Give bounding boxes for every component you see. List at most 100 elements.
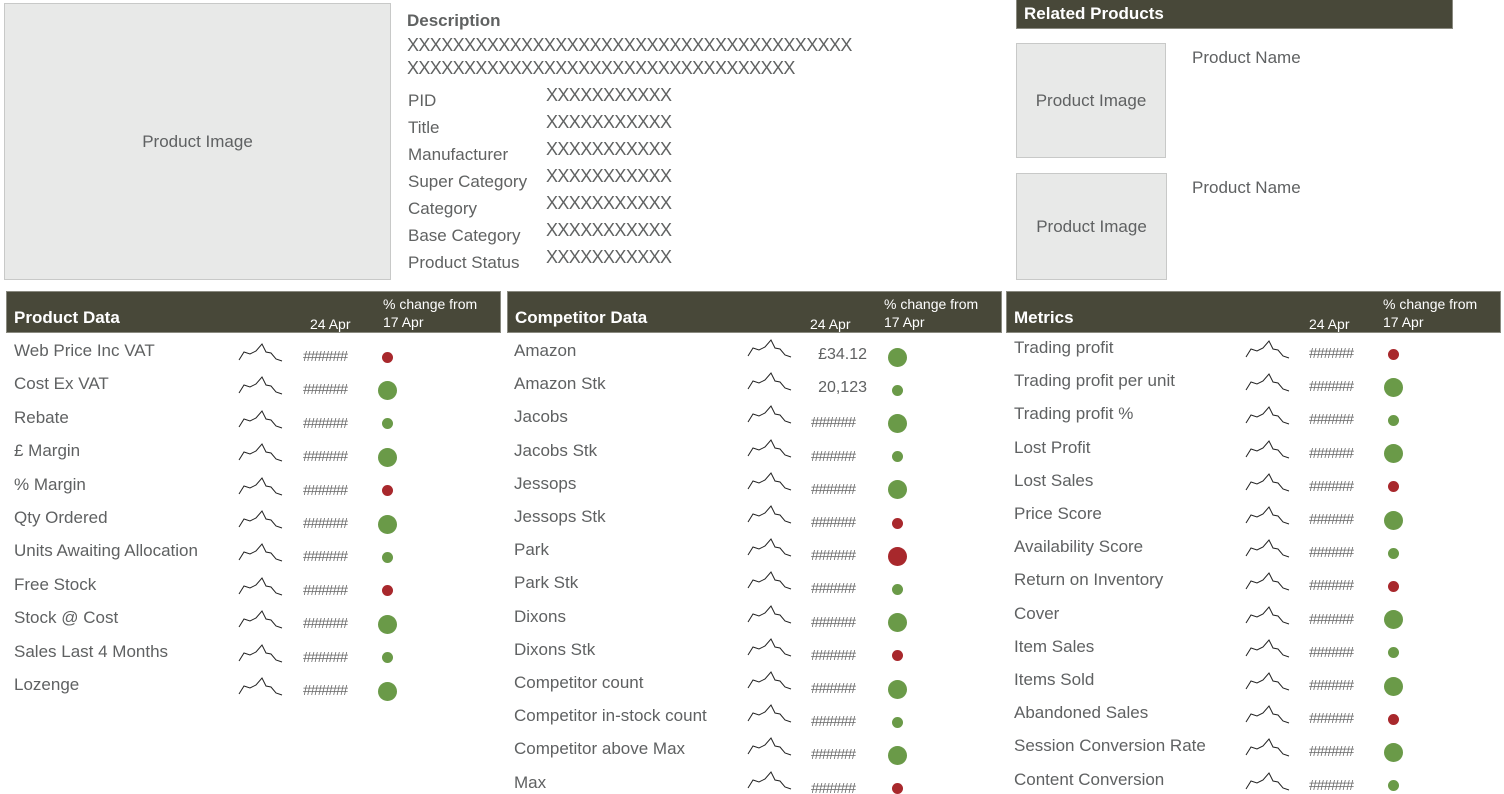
positive-change-indicator: [381, 652, 393, 664]
row-value: ######: [811, 414, 856, 432]
sparkline-icon: [1245, 539, 1290, 558]
sparkline-trend: [747, 438, 792, 458]
sparkline-trend: [747, 671, 792, 690]
sparkline-icon: [747, 405, 792, 424]
sparkline-icon: [238, 476, 283, 496]
change-header-line-1: % change from: [1383, 296, 1478, 312]
row-value: ######: [303, 348, 348, 365]
attribute-value: XXXXXXXXXXX: [546, 166, 672, 186]
change-header-line-1: % change from: [884, 296, 979, 312]
negative-change-indicator: [891, 783, 903, 794]
sparkline-trend: [747, 339, 792, 358]
row-label: Competitor above Max: [514, 739, 686, 759]
sparkline-trend: [1245, 705, 1290, 724]
sparkline-trend: [1245, 771, 1290, 791]
sparkline-trend: [747, 405, 792, 424]
change-column-header: % change from 17 Apr: [1383, 295, 1477, 331]
sparkline-trend: [238, 510, 283, 529]
sparkline-trend: [1245, 406, 1290, 425]
sparkline-icon: [1245, 605, 1290, 625]
sparkline-trend: [238, 543, 283, 562]
row-value: ######: [303, 548, 348, 566]
attribute-label: Super Category: [408, 172, 528, 191]
sparkline-icon: [747, 571, 792, 590]
sparkline-icon: [238, 610, 283, 629]
positive-change-indicator: [1387, 647, 1399, 659]
row-label: Web Price Inc VAT: [14, 341, 155, 360]
row-value: ######: [811, 680, 856, 697]
sparkline-trend: [1245, 472, 1290, 492]
metrics-panel-title: Metrics: [1014, 308, 1074, 327]
row-label: Park: [514, 540, 549, 560]
row-value: ######: [1309, 776, 1354, 794]
positive-change-indicator: [887, 347, 907, 367]
negative-change-indicator: [887, 546, 907, 566]
sparkline-trend: [747, 704, 792, 723]
sparkline-trend: [747, 538, 792, 557]
positive-change-indicator: [1387, 547, 1399, 559]
sparkline-trend: [1245, 605, 1290, 625]
row-label: Max: [514, 772, 547, 792]
positive-change-indicator: [377, 681, 397, 701]
sparkline-trend: [1245, 439, 1290, 459]
row-label: Competitor in-stock count: [514, 706, 707, 726]
sparkline-icon: [747, 538, 792, 557]
sparkline-trend: [747, 637, 792, 657]
positive-change-indicator: [887, 745, 907, 765]
row-label: Jacobs Stk: [514, 440, 598, 460]
attribute-value: XXXXXXXXXXX: [546, 139, 672, 159]
attribute-value: XXXXXXXXXXX: [546, 220, 672, 240]
row-value: ######: [303, 515, 348, 532]
negative-change-indicator: [1387, 713, 1399, 725]
sparkline-icon: [238, 677, 283, 696]
attribute-value: XXXXXXXXXXX: [546, 112, 672, 132]
row-label: Trading profit: [1014, 338, 1114, 357]
row-value: ######: [1309, 710, 1354, 728]
sparkline-icon: [238, 643, 283, 663]
sparkline-icon: [747, 438, 792, 458]
change-header-line-2: 17 Apr: [884, 314, 925, 330]
row-label: Amazon Stk: [514, 374, 606, 394]
related-product-image-2[interactable]: Product Image: [1016, 173, 1167, 280]
attribute-label: Manufacturer: [408, 145, 509, 164]
row-value: ######: [303, 648, 348, 666]
sparkline-trend: [238, 476, 283, 496]
row-label: Lost Profit: [1014, 437, 1091, 457]
row-label: Abandoned Sales: [1014, 703, 1149, 723]
negative-change-indicator: [381, 585, 393, 597]
row-label: Jacobs: [514, 407, 568, 427]
attribute-label: Product Status: [408, 253, 520, 272]
positive-change-indicator: [377, 514, 397, 534]
sparkline-icon: [747, 737, 792, 756]
row-value: ######: [811, 580, 856, 598]
row-label: Price Score: [1014, 504, 1102, 523]
row-label: Item Sales: [1014, 636, 1095, 656]
row-label: Lozenge: [14, 675, 80, 694]
row-value: ######: [303, 581, 348, 599]
main-product-image-label: Product Image: [142, 131, 253, 151]
negative-change-indicator: [1387, 348, 1399, 360]
sparkline-icon: [238, 409, 283, 429]
sparkline-trend: [1245, 672, 1290, 691]
sparkline-trend: [747, 471, 792, 491]
row-label: Lost Sales: [1014, 470, 1094, 490]
row-value: ######: [811, 646, 856, 664]
row-label: Amazon: [514, 341, 577, 360]
related-product-name-1[interactable]: Product Name: [1192, 48, 1301, 68]
row-label: Jessops Stk: [514, 507, 606, 526]
sparkline-icon: [238, 343, 283, 362]
related-product-image-1[interactable]: Product Image: [1016, 43, 1166, 158]
row-value: ######: [303, 481, 348, 499]
row-value: ######: [811, 746, 856, 764]
row-value: ######: [1309, 511, 1354, 528]
sparkline-trend: [1245, 572, 1290, 591]
row-label: Units Awaiting Allocation: [14, 541, 198, 561]
change-header-line-2: 17 Apr: [1383, 314, 1424, 330]
sparkline-icon: [747, 770, 792, 790]
sparkline-icon: [238, 510, 283, 529]
positive-change-indicator: [891, 451, 903, 463]
sparkline-trend: [747, 604, 792, 624]
sparkline-icon: [747, 637, 792, 657]
attribute-label: Category: [408, 199, 477, 218]
related-product-name-2[interactable]: Product Name: [1192, 178, 1301, 198]
